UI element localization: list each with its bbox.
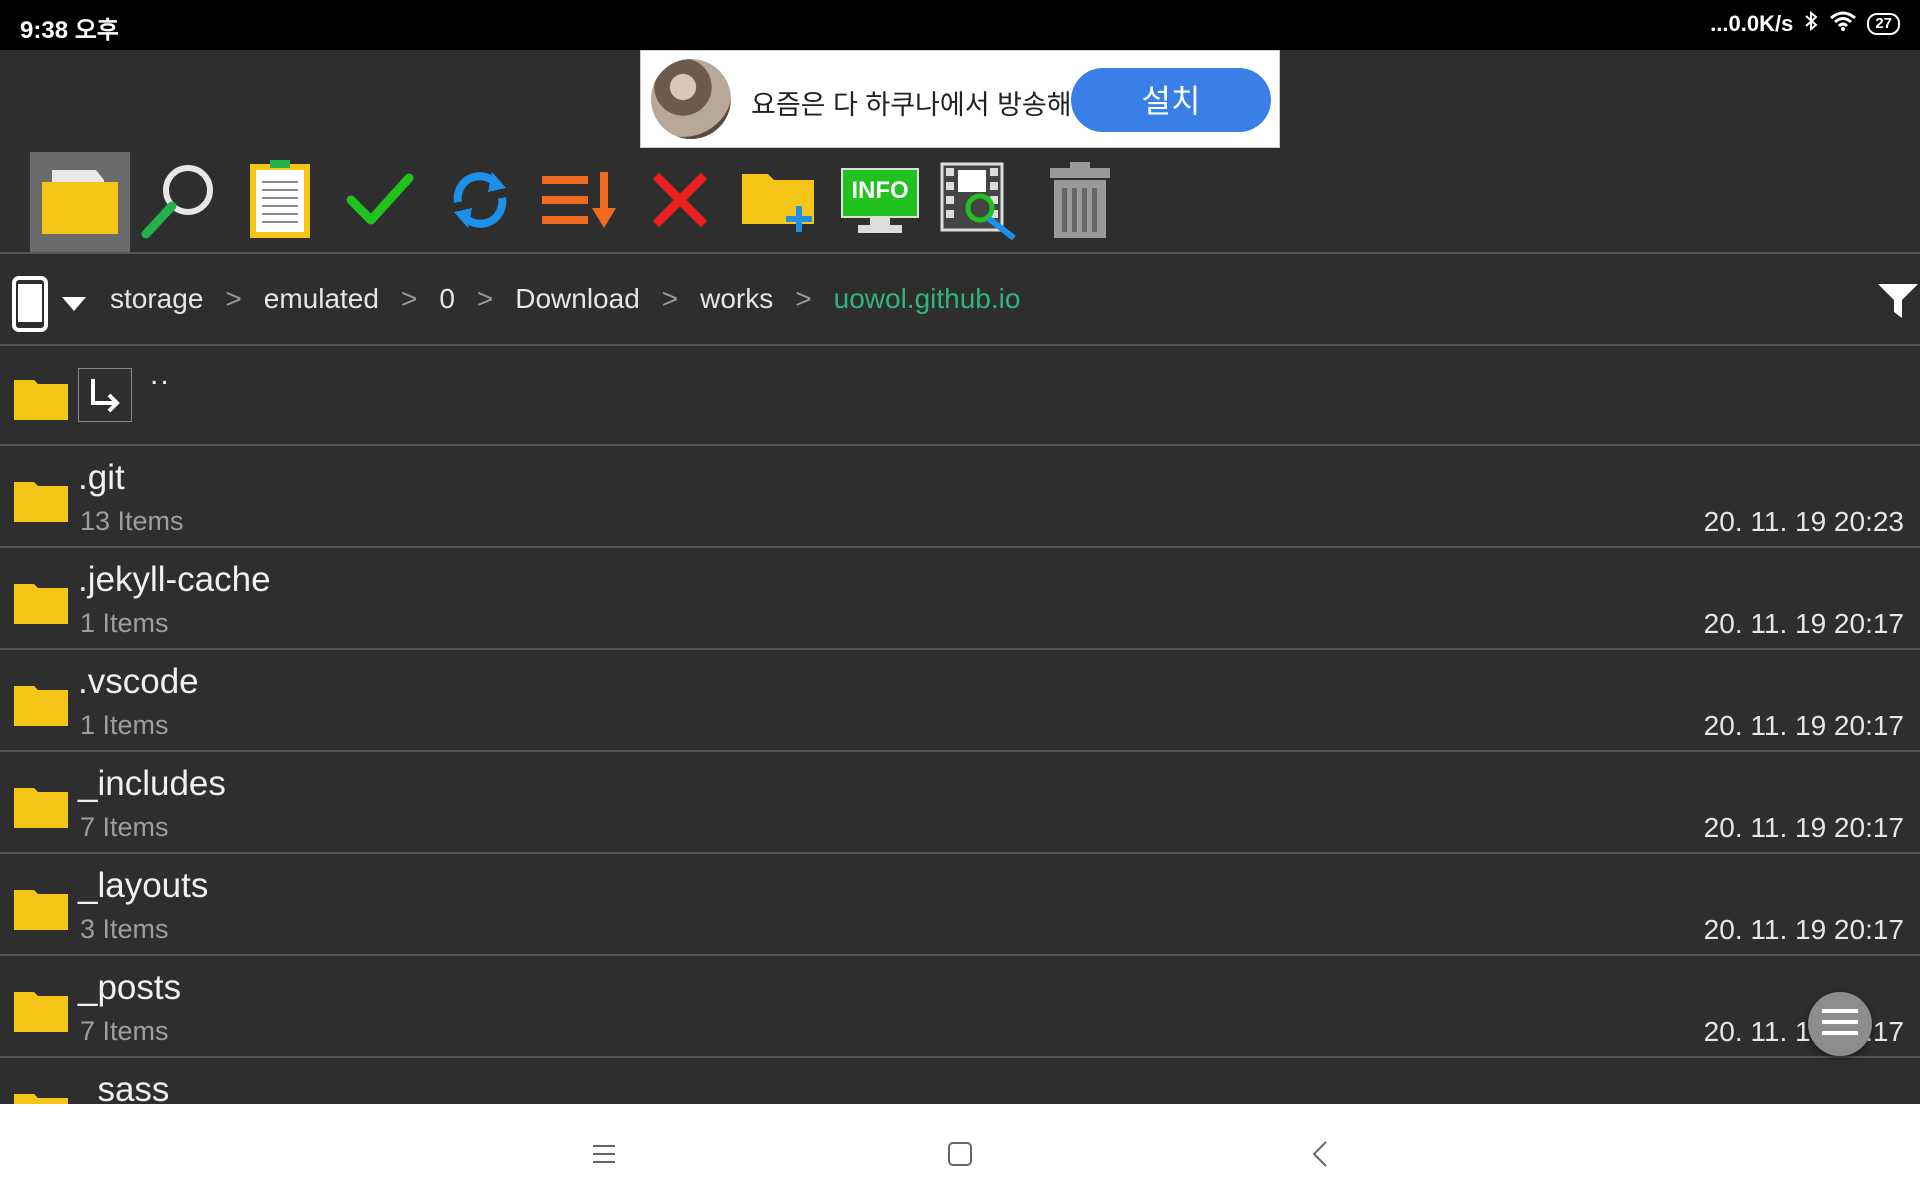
crumb-storage[interactable]: storage (110, 283, 203, 315)
folder-icon (14, 988, 68, 1037)
breadcrumb: storage > emulated > 0 > Download > work… (110, 254, 1020, 344)
info-label: INFO (851, 177, 909, 204)
list-item[interactable]: _sass (0, 1060, 1920, 1104)
select-button[interactable] (330, 152, 430, 252)
install-button[interactable]: 설치 (1071, 68, 1271, 132)
trash-icon (1048, 160, 1112, 245)
item-count: 1 Items (80, 608, 169, 638)
list-item[interactable]: .git 13 Items 20. 11. 19 20:23 (0, 448, 1920, 548)
sort-button[interactable] (530, 152, 630, 252)
cancel-button[interactable] (630, 152, 730, 252)
sort-icon (540, 168, 620, 237)
item-date: 20. 11. 19 20:17 (1703, 710, 1904, 741)
folder-icon (14, 478, 68, 527)
folder-icon (14, 1090, 68, 1104)
folder-icon (14, 580, 68, 629)
item-count: 3 Items (80, 914, 169, 944)
list-item[interactable]: _posts 7 Items 20. 11. 19 20:17 (0, 958, 1920, 1058)
menu-icon (1822, 1008, 1858, 1040)
info-button[interactable]: INFO (830, 152, 930, 252)
info-icon: INFO (840, 167, 920, 237)
phone-icon (12, 276, 48, 337)
item-date: 20. 11. 19 20:17 (1703, 1016, 1904, 1047)
media-scan-icon (940, 160, 1020, 245)
chevron-right-icon: > (400, 283, 418, 314)
item-date: 20. 11. 19 20:17 (1703, 812, 1904, 843)
list-item[interactable]: .vscode 1 Items 20. 11. 19 20:17 (0, 652, 1920, 752)
ad-avatar (651, 59, 731, 139)
crumb-0[interactable]: 0 (439, 283, 455, 315)
status-bar: 9:38 오후 ...0.0K/s 27 (0, 0, 1920, 50)
clipboard-button[interactable] (230, 152, 330, 252)
chevron-down-icon (62, 297, 86, 316)
status-right: ...0.0K/s 27 (1710, 10, 1900, 38)
crumb-works[interactable]: works (700, 283, 773, 315)
file-list: .. .git 13 Items 20. 11. 19 20:23 .jekyl… (0, 346, 1920, 1104)
new-folder-icon (740, 166, 820, 239)
crumb-emulated[interactable]: emulated (264, 283, 379, 315)
media-scan-button[interactable] (930, 152, 1030, 252)
clipboard-icon (248, 159, 312, 245)
delete-button[interactable] (1030, 152, 1130, 252)
item-count: 1 Items (80, 710, 169, 740)
item-name: .jekyll-cache (78, 560, 271, 599)
item-date: 20. 11. 19 20:17 (1703, 914, 1904, 945)
item-name: _posts (78, 968, 182, 1007)
wifi-icon (1829, 10, 1857, 38)
filter-icon[interactable] (1878, 284, 1918, 323)
ad-text: 요즘은 다 하쿠나에서 방송해 (751, 90, 1072, 120)
item-name: _layouts (78, 866, 209, 905)
back-button[interactable] (1296, 1132, 1344, 1180)
folder-icon (14, 682, 68, 731)
storage-selector[interactable] (12, 276, 86, 337)
system-nav-bar (0, 1104, 1920, 1200)
chevron-right-icon: > (661, 283, 679, 314)
search-icon (138, 158, 222, 247)
list-item[interactable]: .jekyll-cache 1 Items 20. 11. 19 20:17 (0, 550, 1920, 650)
ad-banner[interactable]: 요즘은 다 하쿠나에서 방송해 설치 (640, 50, 1280, 148)
home-icon (947, 1141, 973, 1172)
folder-icon (14, 784, 68, 833)
chevron-right-icon: > (795, 283, 812, 314)
path-bar: storage > emulated > 0 > Download > work… (0, 254, 1920, 346)
net-speed: ...0.0K/s (1710, 11, 1794, 36)
item-name: _includes (78, 764, 226, 803)
item-count: 7 Items (80, 812, 169, 842)
folder-icon (14, 376, 68, 425)
chevron-right-icon: > (225, 283, 242, 314)
bluetooth-icon (1803, 10, 1819, 38)
level-up-icon[interactable] (78, 368, 132, 422)
item-name: .vscode (78, 662, 199, 701)
floating-menu-button[interactable] (1808, 992, 1872, 1056)
folder-icon (40, 164, 120, 241)
recents-button[interactable] (580, 1132, 628, 1180)
folder-icon (14, 886, 68, 935)
item-name: .git (78, 458, 125, 497)
close-icon (650, 170, 710, 235)
crumb-download[interactable]: Download (515, 283, 640, 315)
back-icon (1310, 1140, 1330, 1173)
item-count: 7 Items (80, 1016, 169, 1046)
battery-icon: 27 (1867, 13, 1900, 35)
new-folder-button[interactable] (730, 152, 830, 252)
recents-icon (591, 1143, 617, 1170)
list-item[interactable]: _includes 7 Items 20. 11. 19 20:17 (0, 754, 1920, 854)
refresh-icon (444, 164, 516, 241)
check-icon (345, 170, 415, 235)
item-name: _sass (78, 1070, 170, 1104)
item-count: 13 Items (80, 506, 184, 536)
folder-button[interactable] (30, 152, 130, 252)
list-item[interactable]: _layouts 3 Items 20. 11. 19 20:17 (0, 856, 1920, 956)
status-time: 9:38 오후 (20, 17, 119, 44)
item-date: 20. 11. 19 20:23 (1703, 506, 1904, 537)
home-button[interactable] (936, 1132, 984, 1180)
search-button[interactable] (130, 152, 230, 252)
crumb-current[interactable]: uowol.github.io (834, 283, 1021, 315)
item-date: 20. 11. 19 20:17 (1703, 608, 1904, 639)
toolbar: INFO (0, 148, 1920, 254)
parent-label: .. (150, 358, 171, 391)
parent-directory-row[interactable]: .. (0, 346, 1920, 446)
refresh-button[interactable] (430, 152, 530, 252)
chevron-right-icon: > (476, 283, 494, 314)
